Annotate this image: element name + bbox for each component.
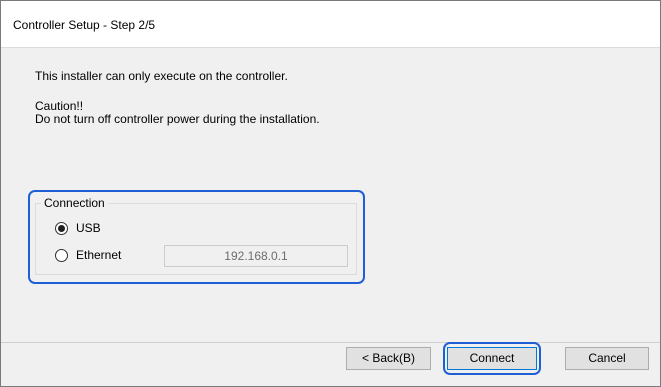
caution-text: Do not turn off controller power during … <box>35 112 320 126</box>
ethernet-radio-button[interactable] <box>55 248 68 262</box>
usb-radio-option[interactable]: USB <box>55 220 101 236</box>
connection-group-label: Connection <box>41 196 108 210</box>
ethernet-radio-label[interactable]: Ethernet <box>76 248 121 262</box>
ethernet-radio-option[interactable]: Ethernet <box>55 247 121 263</box>
ip-address-field: 192.168.0.1 <box>164 245 348 267</box>
installer-info-text: This installer can only execute on the c… <box>35 69 288 83</box>
window-title: Controller Setup - Step 2/5 <box>13 18 156 32</box>
caution-heading: Caution!! <box>35 99 84 113</box>
footer-divider <box>1 342 660 343</box>
radio-selected-dot <box>58 224 65 232</box>
connection-groupbox: Connection USB Ethernet 192.168.0.1 <box>35 196 357 275</box>
usb-radio-label[interactable]: USB <box>76 221 101 235</box>
cancel-button[interactable]: Cancel <box>565 347 649 370</box>
connect-button[interactable]: Connect <box>447 347 537 370</box>
setup-dialog: Controller Setup - Step 2/5 This install… <box>0 0 661 387</box>
title-bar: Controller Setup - Step 2/5 <box>1 1 660 48</box>
usb-radio-button[interactable] <box>55 221 68 235</box>
back-button[interactable]: < Back(B) <box>346 347 431 370</box>
